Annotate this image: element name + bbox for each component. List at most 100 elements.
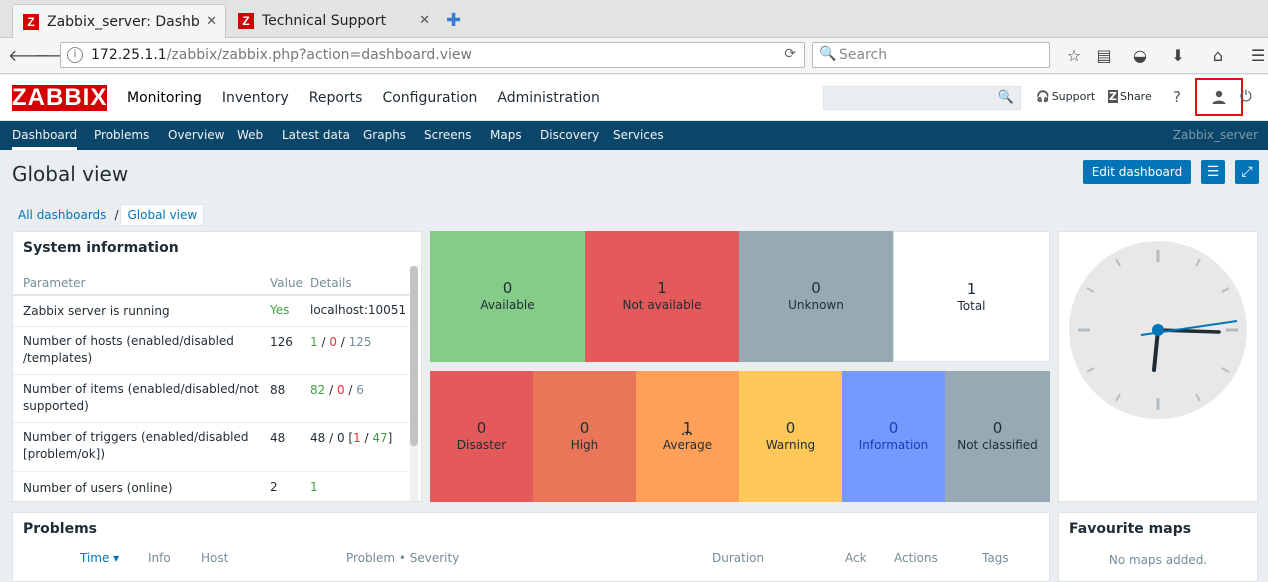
- header-details: Details: [310, 276, 352, 290]
- details-cell: 1: [310, 480, 318, 494]
- url-text: 172.25.1.1/zabbix/zabbix.php?action=dash…: [91, 47, 472, 63]
- host-status-not-available[interactable]: 1 Not available: [585, 231, 739, 362]
- status-count: 0: [811, 279, 821, 297]
- templates-count: 125: [348, 335, 372, 349]
- browser-tab-dashboard[interactable]: Z Zabbix_server: Dashb ✕: [12, 4, 226, 38]
- details-cell: 82 / 0 / 6: [310, 383, 364, 397]
- severity-label: Disaster: [456, 438, 507, 452]
- submenu-web[interactable]: Web: [237, 121, 263, 150]
- page-title: Global view: [12, 162, 129, 186]
- header-search-input[interactable]: [824, 87, 994, 109]
- severity-high[interactable]: 0 High: [533, 371, 636, 502]
- favourite-maps-widget: Favourite maps No maps added.: [1058, 512, 1258, 582]
- status-count: 1: [657, 279, 667, 297]
- back-icon[interactable]: 🡐: [8, 44, 51, 68]
- submenu-graphs[interactable]: Graphs: [363, 121, 406, 150]
- submenu-problems[interactable]: Problems: [94, 121, 149, 150]
- submenu-dashboard[interactable]: Dashboard: [12, 121, 78, 150]
- status-label: Unknown: [788, 298, 844, 312]
- support-link[interactable]: 🎧 Support: [1036, 90, 1095, 103]
- host-status-total[interactable]: 1 Total: [893, 231, 1050, 362]
- disabled-count: 0: [336, 383, 345, 397]
- header-search-box[interactable]: 🔍: [823, 86, 1021, 110]
- browser-tab-support[interactable]: Z Technical Support ✕: [228, 4, 438, 38]
- dashboard-actions-button[interactable]: ☰: [1201, 160, 1225, 184]
- header-duration: Duration: [712, 551, 765, 565]
- reload-icon[interactable]: ⟳: [784, 46, 796, 62]
- severity-count[interactable]: 1: [636, 419, 739, 437]
- menu-administration[interactable]: Administration: [487, 75, 609, 121]
- info-icon[interactable]: i: [67, 47, 83, 63]
- severity-count: 0: [579, 419, 590, 437]
- submenu-maps[interactable]: Maps: [490, 121, 522, 150]
- severity-not-classified[interactable]: 0 Not classified: [945, 371, 1050, 502]
- header-tags: Tags: [982, 551, 1009, 565]
- empty-message: No maps added.: [1108, 553, 1208, 567]
- submenu-latest-data[interactable]: Latest data: [282, 121, 350, 150]
- edit-dashboard-button[interactable]: Edit dashboard: [1083, 160, 1191, 184]
- zabbix-favicon-icon: Z: [238, 13, 254, 29]
- value-cell: 2: [270, 480, 278, 494]
- reading-list-icon[interactable]: ▤: [1092, 44, 1116, 68]
- home-icon[interactable]: ⌂: [1206, 44, 1230, 68]
- submenu-overview[interactable]: Overview: [168, 121, 225, 150]
- table-row: Zabbix server is running Yes localhost:1…: [13, 296, 409, 327]
- search-icon[interactable]: 🔍: [998, 90, 1014, 105]
- submenu-screens[interactable]: Screens: [424, 121, 472, 150]
- browser-search-input[interactable]: [839, 46, 1044, 64]
- host-status-available[interactable]: 0 Available: [430, 231, 585, 362]
- help-icon[interactable]: ?: [1173, 88, 1181, 106]
- breadcrumb-all-dashboards[interactable]: All dashboards: [12, 208, 112, 222]
- widget-scrollbar[interactable]: [410, 266, 418, 501]
- details-cell: localhost:10051: [310, 303, 407, 317]
- url-bar[interactable]: i 172.25.1.1/zabbix/zabbix.php?action=da…: [60, 42, 805, 68]
- param-cell: Number of users (online): [23, 481, 173, 495]
- forward-icon[interactable]: 🡒: [34, 44, 77, 68]
- not-supported-count: 6: [356, 383, 364, 397]
- menu-monitoring[interactable]: Monitoring: [117, 75, 212, 121]
- severity-information[interactable]: 0 Information: [842, 371, 945, 502]
- scrollbar-thumb[interactable]: [410, 266, 418, 446]
- severity-count: 0: [476, 419, 487, 437]
- new-tab-icon[interactable]: ✚: [446, 10, 461, 31]
- close-icon[interactable]: ✕: [206, 14, 217, 29]
- share-label: Share: [1119, 90, 1152, 103]
- list-icon: ☰: [1206, 164, 1220, 180]
- details-prefix: 48 / 0 [: [310, 431, 354, 445]
- close-icon[interactable]: ✕: [419, 13, 430, 28]
- download-icon[interactable]: ⬇: [1166, 44, 1190, 68]
- user-icon: [1212, 90, 1226, 104]
- header-actions: Actions: [894, 551, 938, 565]
- severity-count: 0: [992, 419, 1003, 437]
- severity-warning[interactable]: 0 Warning: [739, 371, 842, 502]
- host-status-unknown[interactable]: 0 Unknown: [739, 231, 893, 362]
- bookmark-star-icon[interactable]: ☆: [1062, 44, 1086, 68]
- kiosk-mode-button[interactable]: ⤢: [1235, 160, 1259, 184]
- breadcrumb-global-view[interactable]: Global view: [120, 204, 205, 226]
- details-separator: /: [360, 431, 373, 445]
- sign-out-icon[interactable]: ⏻: [1240, 87, 1252, 105]
- pocket-icon[interactable]: ◒: [1128, 44, 1152, 68]
- browser-search-bar[interactable]: 🔍: [812, 42, 1050, 68]
- hamburger-menu-icon[interactable]: ☰: [1246, 44, 1268, 68]
- severity-average[interactable]: 1 Average: [636, 371, 739, 502]
- widget-title: Problems: [23, 521, 98, 537]
- header-time[interactable]: Time ▾: [80, 551, 119, 565]
- param-cell: Number of triggers (enabled/disabled [pr…: [23, 430, 249, 461]
- severity-disaster[interactable]: 0 Disaster: [430, 371, 533, 502]
- problems-widget: Problems Time ▾ Info Host Problem • Seve…: [12, 512, 1050, 582]
- submenu-services[interactable]: Services: [613, 121, 664, 150]
- menu-reports[interactable]: Reports: [299, 75, 373, 121]
- submenu-discovery[interactable]: Discovery: [540, 121, 599, 150]
- menu-configuration[interactable]: Configuration: [372, 75, 487, 121]
- details-cell: 1 / 0 / 125: [310, 335, 372, 349]
- header-problem-severity: Problem • Severity: [346, 551, 460, 565]
- share-link[interactable]: Z Share: [1108, 90, 1152, 103]
- user-profile-button[interactable]: [1195, 78, 1243, 116]
- severity-label: Not classified: [957, 438, 1038, 452]
- zabbix-logo[interactable]: ZABBIX: [12, 85, 107, 111]
- disabled-count: 0: [329, 335, 337, 349]
- tab-title: Zabbix_server: Dashb: [47, 13, 200, 30]
- zabbix-favicon-icon: Z: [23, 13, 39, 30]
- menu-inventory[interactable]: Inventory: [212, 75, 299, 121]
